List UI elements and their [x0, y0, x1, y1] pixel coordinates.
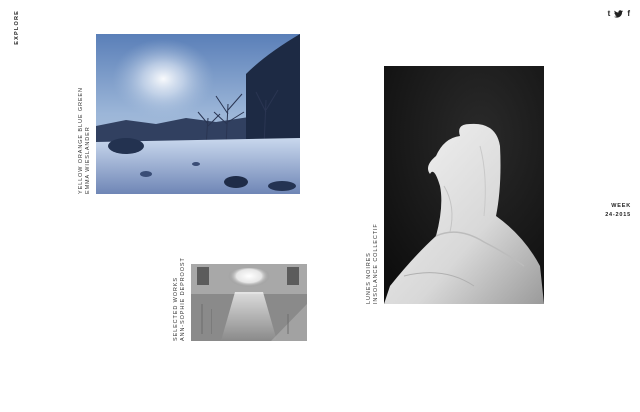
tumblr-icon[interactable]: t	[608, 10, 611, 18]
snow-landscape-image[interactable]	[96, 34, 300, 194]
card-author: ANN-SOPHIE DEPROOST	[180, 257, 186, 341]
card-author: EMMA WIESLANDER	[85, 126, 91, 194]
week-label: WEEK	[611, 203, 631, 209]
facebook-icon[interactable]: f	[627, 10, 630, 18]
veiled-statue-image[interactable]	[384, 66, 544, 304]
card-caption: LUNES NOIRES INSOLANCE COLLECTIF	[366, 66, 380, 304]
card-caption: YELLOW ORANGE BLUE GREEN EMMA WIESLANDER	[78, 34, 92, 194]
card-title: LUNES NOIRES	[366, 252, 372, 304]
card-title: SELECTED WORKS	[173, 277, 179, 341]
week-indicator: WEEK 24-2015	[605, 202, 631, 220]
card-caption: SELECTED WORKS ANN-SOPHIE DEPROOST	[173, 257, 187, 341]
twitter-icon[interactable]	[614, 10, 624, 18]
card-title: YELLOW ORANGE BLUE GREEN	[78, 87, 84, 194]
card-author: INSOLANCE COLLECTIF	[373, 223, 379, 304]
explore-link[interactable]: EXPLORE	[14, 10, 20, 45]
social-links: t f	[608, 10, 630, 18]
week-number: 24-2015	[605, 212, 631, 218]
light-room-image[interactable]	[191, 264, 307, 341]
